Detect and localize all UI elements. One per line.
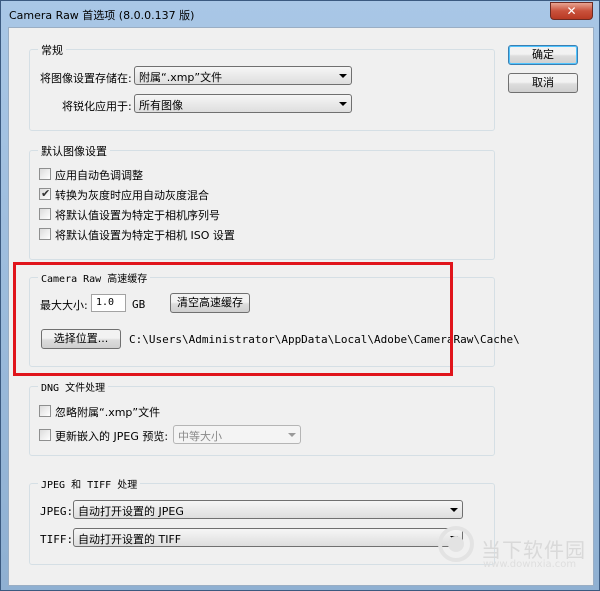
apply-sharpening-label: 将锐化应用于:: [62, 100, 132, 113]
watermark-logo: [438, 526, 474, 562]
chevron-down-icon: [450, 508, 458, 512]
tiff-label: TIFF:: [40, 533, 74, 546]
title-bar[interactable]: Camera Raw 首选项 (8.0.0.137 版) ✕: [1, 1, 599, 27]
chevron-down-icon: [339, 102, 347, 106]
auto-tone-checkbox[interactable]: [39, 168, 51, 180]
close-button[interactable]: ✕: [550, 2, 593, 20]
checkmark-icon: ✔: [41, 187, 51, 200]
camera-serial-checkbox[interactable]: [39, 208, 51, 220]
auto-grayscale-label: 转换为灰度时应用自动灰度混合: [55, 189, 209, 202]
camera-iso-checkbox[interactable]: [39, 228, 51, 240]
general-group-label: 常规: [38, 42, 66, 58]
jpeg-handling-value: 自动打开设置的 JPEG: [78, 505, 184, 518]
jpeg-tiff-group-label: JPEG 和 TIFF 处理: [38, 476, 141, 491]
auto-grayscale-checkbox[interactable]: ✔: [39, 187, 51, 200]
ignore-sidecar-checkbox[interactable]: [39, 405, 51, 417]
tiff-handling-value: 自动打开设置的 TIFF: [78, 533, 182, 546]
apply-sharpening-select[interactable]: 所有图像: [134, 94, 352, 113]
update-preview-checkbox[interactable]: [39, 429, 51, 441]
update-preview-label: 更新嵌入的 JPEG 预览:: [55, 430, 169, 443]
tiff-handling-select[interactable]: 自动打开设置的 TIFF: [73, 528, 463, 547]
window-title: Camera Raw 首选项 (8.0.0.137 版): [9, 9, 195, 22]
ignore-sidecar-label: 忽略附属“.xmp”文件: [55, 406, 161, 419]
chevron-down-icon: [288, 433, 296, 437]
dng-group-label: DNG 文件处理: [38, 379, 109, 394]
cancel-button[interactable]: 取消: [508, 73, 578, 93]
default-settings-group-label: 默认图像设置: [38, 143, 110, 159]
auto-tone-label: 应用自动色调调整: [55, 169, 143, 182]
dng-group: DNG 文件处理: [29, 379, 495, 456]
watermark-url: www.downxia.com: [483, 559, 577, 570]
save-settings-label: 将图像设置存储在:: [40, 72, 132, 85]
highlight-box: [13, 262, 453, 376]
jpeg-handling-select[interactable]: 自动打开设置的 JPEG: [73, 500, 463, 519]
camera-iso-label: 将默认值设置为特定于相机 ISO 设置: [55, 229, 235, 242]
general-group: 常规: [29, 42, 495, 131]
jpeg-tiff-group: JPEG 和 TIFF 处理: [29, 476, 495, 565]
save-settings-select[interactable]: 附属“.xmp”文件: [134, 66, 352, 85]
chevron-down-icon: [339, 74, 347, 78]
preview-size-select[interactable]: 中等大小: [173, 425, 301, 444]
ok-button[interactable]: 确定: [508, 45, 578, 65]
save-settings-value: 附属“.xmp”文件: [139, 71, 223, 84]
camera-serial-label: 将默认值设置为特定于相机序列号: [55, 209, 220, 222]
preferences-window: Camera Raw 首选项 (8.0.0.137 版) ✕ 常规 将图像设置存…: [0, 0, 600, 591]
preview-size-value: 中等大小: [178, 430, 222, 443]
jpeg-label: JPEG:: [40, 505, 74, 518]
apply-sharpening-value: 所有图像: [139, 99, 183, 112]
